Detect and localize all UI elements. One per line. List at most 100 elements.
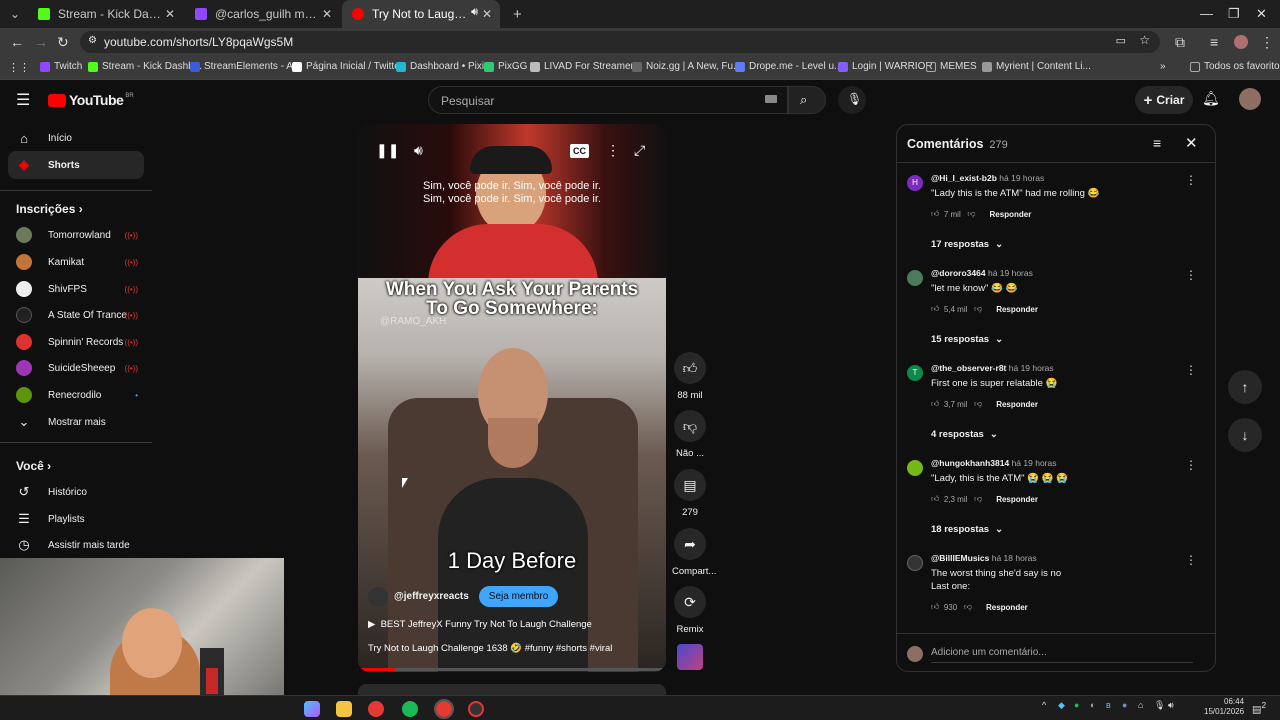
close-icon[interactable]: ✕ [1185, 134, 1198, 152]
more-options-icon[interactable]: ⋮ [1185, 553, 1197, 567]
notifications-bell-icon[interactable]: 🔔︎ [1202, 90, 1220, 107]
close-icon[interactable]: ✕ [165, 7, 175, 21]
network-icon[interactable]: ⌂ [1138, 700, 1143, 710]
bookmark-item[interactable]: Página Inicial / Twitter [292, 61, 403, 72]
thumbs-up-icon[interactable]: 👍︎ [931, 399, 939, 409]
sidebar-sub-item[interactable]: Tomorrowland ((•)) [8, 221, 144, 249]
more-bookmarks-icon[interactable]: » [1160, 61, 1166, 72]
sidebar-sub-item[interactable]: SuicideSheeep ((•)) [8, 354, 144, 382]
media-icon[interactable]: ≡ [1210, 34, 1218, 50]
thumbs-down-icon[interactable]: 👎︎ [967, 209, 975, 219]
profile-avatar[interactable] [1234, 35, 1248, 49]
extensions-icon[interactable]: ⧉ [1175, 34, 1185, 51]
channel-avatar[interactable] [368, 586, 388, 607]
new-tab-button[interactable]: + [503, 0, 523, 28]
notification-center-icon[interactable]: ▤2 [1252, 700, 1266, 715]
thumbs-up-icon[interactable]: 👍︎ [931, 494, 939, 504]
reply-button[interactable]: Responder [996, 305, 1038, 314]
thumbs-up-icon[interactable]: 👍︎ [931, 209, 939, 219]
reply-button[interactable]: Responder [990, 210, 1032, 219]
youtube-logo[interactable]: YouTube BR [48, 92, 134, 108]
shorts-video-player[interactable]: ❚❚ 🔊︎ CC ⋮ ⤢ Sim, você pode ir. Sim, voc… [358, 124, 666, 672]
comment-avatar[interactable] [907, 555, 923, 571]
bookmark-item[interactable]: Noiz.gg | A New, Fu... [632, 61, 741, 72]
sidebar-item-home[interactable]: ⌂ Início [8, 124, 144, 152]
bookmark-item[interactable]: Myrient | Content Li... [982, 61, 1091, 72]
comment-author[interactable]: @dororo3464 há 19 horas [931, 268, 1033, 278]
discord-icon[interactable]: ● [1122, 700, 1127, 710]
comment-avatar[interactable] [907, 460, 923, 476]
copilot-icon[interactable] [304, 701, 320, 717]
bluetooth-icon[interactable]: ʙ [1106, 700, 1111, 710]
tab-search-button[interactable]: ⌄ [0, 0, 28, 28]
thumbs-down-icon[interactable]: 👎︎ [964, 602, 972, 612]
bookmark-item[interactable]: Twitch [40, 61, 82, 72]
close-icon[interactable]: ✕ [322, 7, 332, 21]
search-input[interactable]: Pesquisar [428, 86, 788, 114]
replies-toggle[interactable]: 15 respostas ⌄ [931, 334, 1003, 345]
cast-icon[interactable]: ▭ [1116, 34, 1126, 47]
sidebar-item-shorts[interactable]: ◈ Shorts [8, 151, 144, 179]
more-options-icon[interactable]: ⋮ [1185, 458, 1197, 472]
forward-icon[interactable]: → [34, 34, 48, 50]
all-favorites[interactable]: Todos os favoritos [1190, 61, 1280, 72]
restore-icon[interactable]: ❐ [1228, 6, 1240, 22]
tray-app-icon[interactable]: ◐ [1090, 700, 1095, 710]
obs-icon[interactable] [468, 701, 484, 717]
close-icon[interactable]: ✕ [482, 7, 492, 21]
join-member-button[interactable]: Seja membro [478, 586, 559, 607]
replies-toggle[interactable]: 4 respostas ⌄ [931, 429, 998, 440]
sidebar-sub-item[interactable]: Renecrodilo • [8, 381, 144, 409]
comment-author[interactable]: @Hi_I_exist-b2b há 19 horas [931, 173, 1044, 183]
menu-icon[interactable]: ⋮ [1260, 34, 1274, 51]
more-options-icon[interactable]: ⋮ [1185, 363, 1197, 377]
comment-author[interactable]: @the_observer-r8t há 19 horas [931, 363, 1054, 373]
bookmark-folder[interactable]: MEMES [926, 61, 977, 72]
bookmark-item[interactable]: StreamElements - A... [190, 61, 301, 72]
clock[interactable]: 06:44 15/01/2026 [1204, 697, 1244, 717]
thumbs-down-icon[interactable]: 👎︎ [974, 494, 982, 504]
thumbs-down-icon[interactable]: 👎︎ [974, 304, 982, 314]
tray-app-icon[interactable]: ● [1074, 700, 1079, 710]
remix-button[interactable]: ⟳ Remix [672, 586, 708, 635]
bookmark-item[interactable]: PixGG [484, 61, 527, 72]
more-options-icon[interactable]: ⋮ [606, 142, 620, 159]
site-info-icon[interactable]: ⚙︎ [88, 35, 97, 46]
voice-search-button[interactable]: 🎙︎ [838, 86, 866, 114]
sidebar-item-playlists[interactable]: ☰ Playlists [8, 505, 144, 533]
reply-button[interactable]: Responder [986, 603, 1028, 612]
minimize-icon[interactable]: — [1200, 6, 1213, 21]
sidebar-sub-item[interactable]: ShivFPS ((•)) [8, 275, 144, 303]
comments-button[interactable]: ▤ 279 [672, 469, 708, 518]
hamburger-menu-icon[interactable]: ☰ [16, 90, 30, 110]
thumbs-down-icon[interactable]: 👎︎ [974, 399, 982, 409]
add-comment-input[interactable]: Adicione um comentário... [931, 647, 1193, 663]
bookmark-star-icon[interactable]: ☆ [1139, 33, 1150, 47]
apps-icon[interactable]: ⋮⋮ [8, 61, 30, 74]
bookmark-item[interactable]: Stream - Kick Dashb... [88, 61, 202, 72]
fullscreen-icon[interactable]: ⤢ [634, 142, 645, 159]
audio-source-thumbnail[interactable] [672, 644, 708, 670]
audio-playing-icon[interactable]: 🔊︎ [471, 6, 478, 19]
pause-icon[interactable]: ❚❚ [376, 142, 399, 159]
replies-toggle[interactable]: 17 respostas ⌄ [931, 239, 1003, 250]
reply-button[interactable]: Responder [996, 400, 1038, 409]
keyboard-icon[interactable] [765, 95, 777, 103]
file-explorer-icon[interactable] [336, 701, 352, 717]
bookmark-item[interactable]: Login | WARRIOR [838, 61, 933, 72]
show-more-button[interactable]: ⌄ Mostrar mais [8, 408, 144, 436]
more-options-icon[interactable]: ⋮ [1185, 173, 1197, 187]
account-avatar[interactable] [1239, 88, 1261, 110]
microphone-icon[interactable]: 🎙︎ [1154, 700, 1165, 711]
chrome-icon[interactable] [368, 701, 384, 717]
channel-name[interactable]: @jeffreyxreacts [394, 591, 469, 602]
sidebar-item-watch-later[interactable]: ◷ Assistir mais tarde [8, 531, 144, 559]
volume-icon[interactable]: 🔊︎ [1168, 700, 1174, 711]
bookmark-item[interactable]: Dashboard • Pixie [396, 61, 490, 72]
reply-button[interactable]: Responder [996, 495, 1038, 504]
thumbs-up-icon[interactable]: 👍︎ [931, 602, 939, 612]
spotify-icon[interactable] [402, 701, 418, 717]
bookmark-item[interactable]: Drope.me - Level u... [735, 61, 842, 72]
like-button[interactable]: 👍︎ 88 mil [672, 352, 708, 401]
volume-icon[interactable]: 🔊︎ [414, 142, 423, 159]
